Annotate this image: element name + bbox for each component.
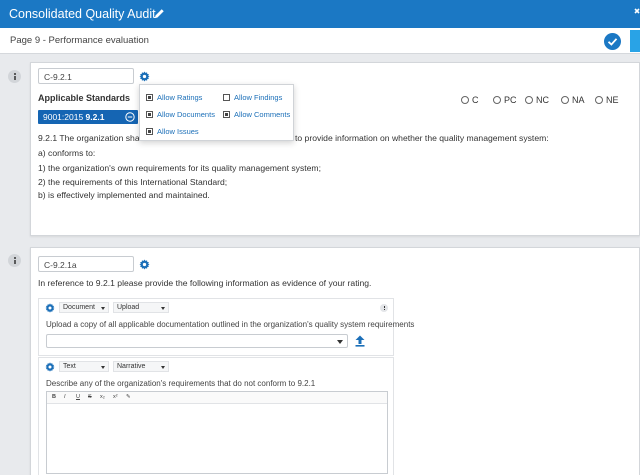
question-menu-icon[interactable]: [8, 254, 21, 267]
allow-issues-checkbox[interactable]: Allow Issues: [146, 127, 199, 136]
italic-button[interactable]: I: [64, 394, 66, 400]
radio-icon: [595, 96, 603, 104]
subscript-button[interactable]: x₂: [100, 394, 105, 400]
rating-option-nc[interactable]: NC: [525, 95, 549, 105]
chevron-down-icon: [101, 366, 105, 369]
pencil-icon[interactable]: [154, 8, 165, 19]
standard-prefix: 9001:2015: [43, 112, 86, 122]
chevron-down-icon: [161, 366, 165, 369]
strikethrough-button[interactable]: S: [88, 394, 92, 400]
question-text: In reference to 9.2.1 please provide the…: [38, 278, 372, 288]
format-button[interactable]: ✎: [126, 394, 131, 400]
question-line-2: 1) the organization's own requirements f…: [38, 163, 321, 173]
response-type-select[interactable]: Text: [59, 361, 109, 372]
document-section: Document Upload Upload a copy of all app…: [38, 298, 414, 356]
checkbox-icon: [223, 111, 230, 118]
question-line-3: 2) the requirements of this Internationa…: [38, 177, 228, 187]
editor-toolbar: B I U S x₂ x² ✎: [47, 392, 387, 404]
remove-standard-icon[interactable]: [125, 112, 135, 122]
checkbox-icon: [223, 94, 230, 101]
rating-option-ne[interactable]: NE: [595, 95, 619, 105]
complete-button[interactable]: [604, 33, 621, 50]
question-id-field[interactable]: C-9.2.1: [38, 68, 134, 84]
question-text-end: to provide information on whether the qu…: [295, 133, 549, 143]
page-title: Page 9 - Performance evaluation: [10, 35, 149, 46]
standards-label: Applicable Standards: [38, 93, 131, 103]
audit-title: Consolidated Quality Audit: [9, 7, 156, 21]
gear-icon[interactable]: [139, 71, 150, 82]
question-card: C-9.2.1a In reference to 9.2.1 please pr…: [30, 247, 640, 475]
app-header: Consolidated Quality Audit: [0, 0, 640, 28]
chevron-down-icon: [101, 307, 105, 310]
allow-findings-checkbox[interactable]: Allow Findings: [223, 93, 282, 102]
checkbox-icon: [146, 128, 153, 135]
question-line-1: a) conforms to:: [38, 148, 96, 158]
standard-clause: 9.2.1: [85, 112, 105, 122]
allow-ratings-checkbox[interactable]: Allow Ratings: [146, 93, 202, 102]
rating-option-c[interactable]: C: [461, 95, 479, 105]
question-id-field[interactable]: C-9.2.1a: [38, 256, 134, 272]
rating-option-pc[interactable]: PC: [493, 95, 517, 105]
text-section: Text Narrative Describe any of the organ…: [38, 357, 394, 475]
radio-icon: [561, 96, 569, 104]
allow-documents-checkbox[interactable]: Allow Documents: [146, 110, 215, 119]
text-instruction: Describe any of the organization's requi…: [46, 379, 316, 388]
document-file-select[interactable]: [46, 334, 348, 348]
checkmark-icon: [607, 38, 618, 46]
rating-option-na[interactable]: NA: [561, 95, 585, 105]
checkbox-icon: [146, 111, 153, 118]
response-mode-select[interactable]: Upload: [113, 302, 169, 313]
upload-icon[interactable]: [355, 335, 365, 347]
narrative-editor[interactable]: B I U S x₂ x² ✎: [46, 391, 388, 474]
section-menu-icon[interactable]: [380, 304, 388, 312]
superscript-button[interactable]: x²: [113, 394, 118, 400]
side-panel-button[interactable]: [630, 30, 640, 52]
gear-icon[interactable]: [139, 259, 150, 270]
checkbox-icon: [146, 94, 153, 101]
response-mode-select[interactable]: Narrative: [113, 361, 169, 372]
standard-chip[interactable]: 9001:2015 9.2.1: [38, 110, 138, 124]
response-type-select[interactable]: Document: [59, 302, 109, 313]
allow-comments-checkbox[interactable]: Allow Comments: [223, 110, 290, 119]
chevron-down-icon: [337, 340, 343, 344]
radio-icon: [461, 96, 469, 104]
radio-icon: [525, 96, 533, 104]
gear-icon[interactable]: [45, 303, 55, 313]
question-settings-popup: Allow Ratings Allow Findings Allow Docum…: [139, 84, 294, 141]
underline-button[interactable]: U: [76, 394, 80, 400]
radio-icon: [493, 96, 501, 104]
page-bar: Page 9 - Performance evaluation: [0, 28, 640, 54]
question-menu-icon[interactable]: [8, 70, 21, 83]
document-instruction: Upload a copy of all applicable document…: [46, 320, 415, 329]
bold-button[interactable]: B: [52, 394, 56, 400]
question-card: C-9.2.1 Applicable Standards 9001:2015 9…: [30, 62, 640, 236]
question-line-4: b) is effectively implemented and mainta…: [38, 190, 210, 200]
close-icon[interactable]: [634, 6, 640, 18]
gear-icon[interactable]: [45, 362, 55, 372]
chevron-down-icon: [161, 307, 165, 310]
question-text-start: 9.2.1 The organization shall: [38, 133, 144, 143]
